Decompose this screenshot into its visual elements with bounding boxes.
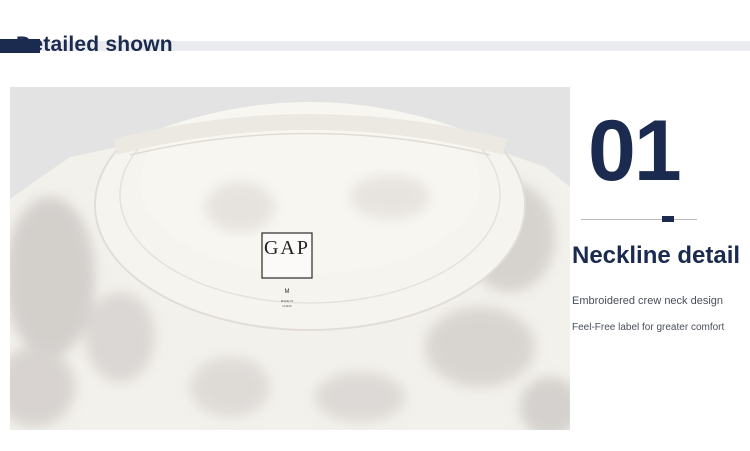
gap-label-origin-2: CHINA [282, 304, 292, 308]
feature-number: 01 [588, 103, 682, 199]
divider-accent [662, 216, 674, 222]
section-title: Detailed shown [16, 33, 173, 56]
feature-line: Embroidered crew neck design [572, 295, 724, 307]
gap-label-origin-1: MADE IN [280, 299, 294, 303]
feature-line: Feel-Free label for greater comfort [572, 322, 725, 333]
gap-label-brand: GAP [263, 237, 310, 259]
number-divider [581, 219, 697, 220]
feature-heading: Neckline detail [572, 242, 741, 269]
gap-label-size: M [284, 289, 290, 295]
